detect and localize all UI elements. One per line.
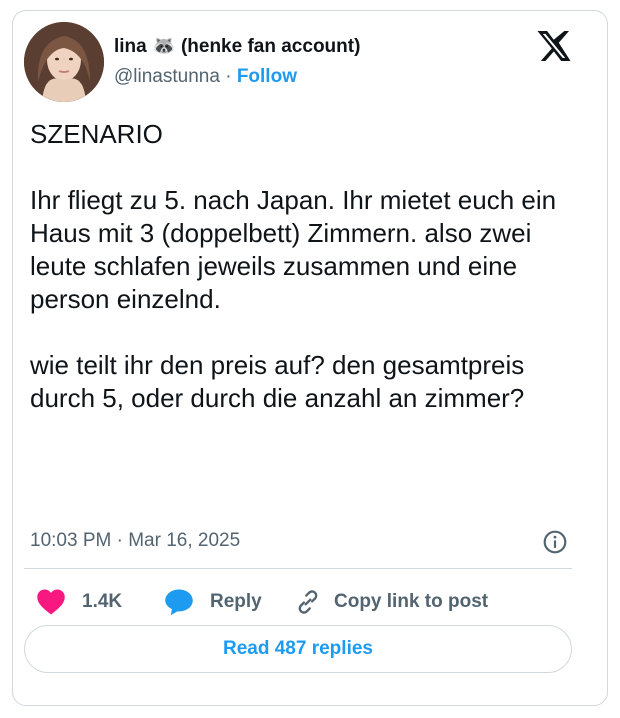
copy-link-button[interactable]: Copy link to post: [294, 588, 488, 616]
like-count: 1.4K: [82, 591, 123, 612]
chat-bubble-icon: [165, 589, 193, 616]
handle-separator: ·: [225, 66, 232, 87]
read-replies-button[interactable]: Read 487 replies: [24, 625, 572, 673]
reply-label: Reply: [210, 591, 262, 612]
avatar-image: [24, 22, 104, 102]
tweet-timestamp[interactable]: 10:03 PM · Mar 16, 2025: [30, 530, 240, 552]
x-logo-icon[interactable]: [536, 28, 572, 64]
reply-button[interactable]: Reply: [164, 588, 262, 616]
divider: [24, 568, 572, 569]
heart-icon: [37, 589, 65, 615]
follow-button[interactable]: Follow: [237, 66, 297, 87]
avatar[interactable]: [24, 22, 104, 102]
copy-link-label: Copy link to post: [334, 591, 489, 612]
link-icon: [298, 590, 318, 614]
author-handle-row: @linastunna · Follow: [114, 66, 297, 88]
info-icon[interactable]: [542, 529, 568, 555]
tweet-text: SZENARIO Ihr fliegt zu 5. nach Japan. Ih…: [30, 119, 557, 413]
like-button[interactable]: 1.4K: [36, 588, 122, 616]
author-name[interactable]: lina 🦝 (henke fan account): [114, 34, 360, 58]
author-handle[interactable]: @linastunna: [114, 66, 220, 87]
